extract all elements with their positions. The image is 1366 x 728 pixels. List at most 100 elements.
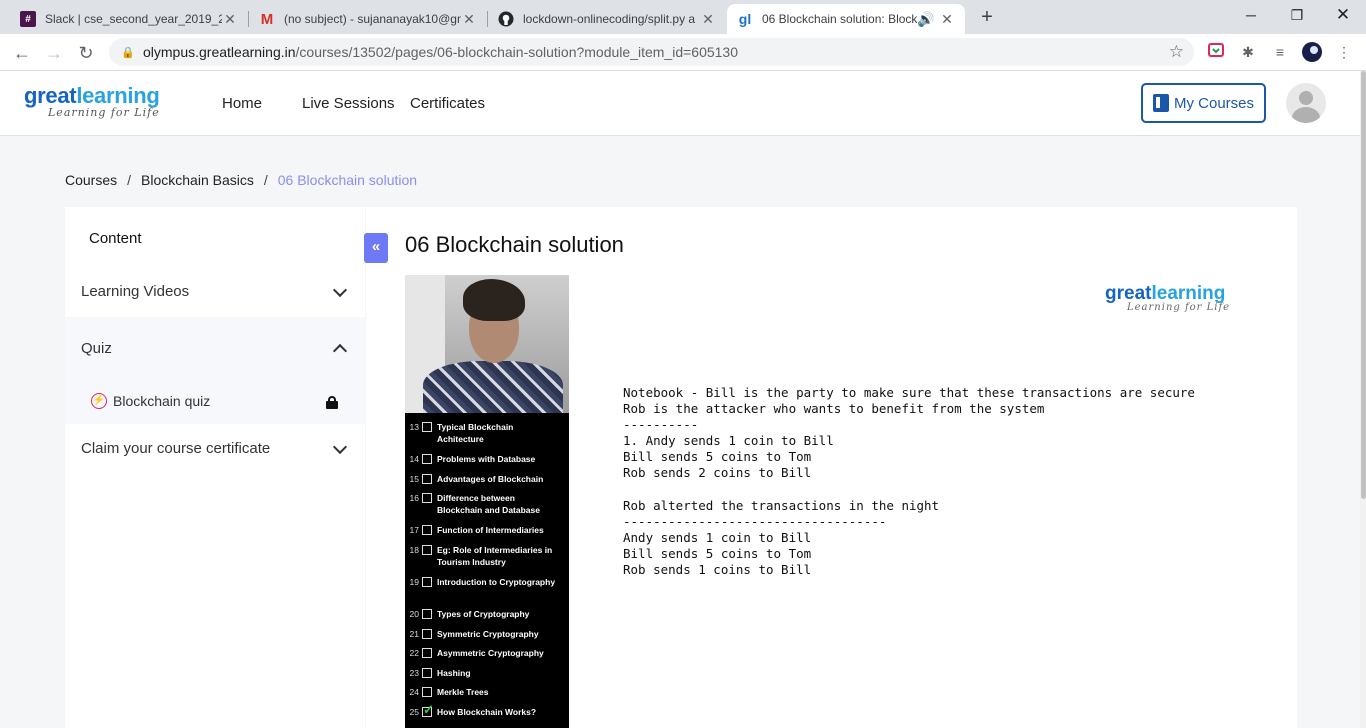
breadcrumb: Courses / Blockchain Basics / 06 Blockchain … <box>65 172 417 188</box>
logo-text-great: great <box>24 83 77 108</box>
outline-item: 13 Typical Blockchain Achitecture <box>405 421 569 445</box>
quiz-section-header[interactable]: Quiz <box>65 317 365 372</box>
nav-live-sessions[interactable]: Live Sessions <box>302 95 395 112</box>
instructor-webcam <box>405 275 569 413</box>
page-scrollbar[interactable] <box>1360 71 1366 728</box>
outline-item-label: Introduction to Cryptography <box>437 577 556 587</box>
browser-tab-github[interactable]: lockdown-onlinecoding/split.py a ✕ <box>488 4 726 34</box>
checkbox-icon <box>422 668 432 678</box>
notebook-line: Rob alterted the transactions in the nig… <box>623 497 940 513</box>
outline-item-label: Asymmetric Cryptography <box>437 648 544 658</box>
breadcrumb-courses[interactable]: Courses <box>65 172 117 188</box>
outline-item: 19 Introduction to Cryptography <box>405 576 569 588</box>
url-host: olympus.greatlearning.in <box>143 44 296 60</box>
main-content: 06 Blockchain solution 13 Typical Blockch… <box>366 207 1297 728</box>
collapse-sidebar-button[interactable]: « <box>364 233 388 263</box>
reload-icon[interactable]: ↻ <box>72 39 100 67</box>
browser-tab-strip: # Slack | cse_second_year_2019_20 ✕ M (n… <box>0 0 1366 34</box>
user-avatar[interactable] <box>1286 83 1326 123</box>
my-courses-button[interactable]: My Courses <box>1141 83 1266 123</box>
outline-item-label: How Blockchain Works? <box>437 707 537 717</box>
instructor-panel: 13 Typical Blockchain Achitecture 14 Proble… <box>405 275 569 728</box>
outline-item-number: 24 <box>409 687 419 697</box>
avatar-body <box>1292 107 1320 123</box>
outline-item: 23 Hashing <box>405 667 569 679</box>
profile-avatar-icon[interactable] <box>1302 42 1322 62</box>
notebook-line: Bill sends 5 coins to Tom <box>623 545 812 561</box>
outline-item-number: 25 <box>409 707 419 717</box>
bookmark-star-icon[interactable]: ☆ <box>1169 42 1184 62</box>
notebook-line: Rob sends 1 coins to Bill <box>623 562 812 578</box>
outline-item-label: Hashing <box>437 668 471 678</box>
scrollbar-thumb[interactable] <box>1361 71 1366 499</box>
notebook-line: Rob is the attacker who wants to benefit… <box>623 401 1045 417</box>
my-courses-label: My Courses <box>1173 94 1255 112</box>
nav-home[interactable]: Home <box>222 95 262 112</box>
outline-item-number: 14 <box>409 454 419 464</box>
outline-item-number: 18 <box>409 545 419 555</box>
browser-tab-slack[interactable]: # Slack | cse_second_year_2019_20 ✕ <box>10 4 248 34</box>
logo-text-learning: learning <box>76 83 160 108</box>
checkbox-icon <box>422 648 432 658</box>
notebook-line: Bill sends 5 coins to Tom <box>623 449 812 465</box>
close-tab-icon[interactable]: ✕ <box>700 11 716 28</box>
browser-tab-active[interactable]: gl 06 Blockchain solution: Block 🔊 ✕ <box>727 4 965 34</box>
outline-item-number: 15 <box>409 474 419 484</box>
sidebar-section-claim-certificate[interactable]: Claim your course certificate <box>65 424 365 474</box>
address-bar[interactable]: 🔒 olympus.greatlearning.in/courses/13502… <box>109 38 1194 66</box>
page-title: 06 Blockchain solution <box>405 232 624 257</box>
lock-icon: 🔒 <box>121 46 135 59</box>
notebook-line: ---------- <box>623 417 699 433</box>
section-label: Quiz <box>81 340 112 357</box>
nav-certificates[interactable]: Certificates <box>410 95 485 112</box>
sidebar-section-learning-videos[interactable]: Learning Videos <box>65 262 365 317</box>
forward-icon[interactable]: → <box>40 39 68 67</box>
page-body: Courses / Blockchain Basics / 06 Blockchain … <box>0 136 1366 728</box>
site-header: greatlearning Learning for Life Home Liv… <box>0 71 1366 136</box>
outline-item-number: 17 <box>409 525 419 535</box>
video-player[interactable]: 13 Typical Blockchain Achitecture 14 Proble… <box>405 275 1257 728</box>
outline-item: 15 Advantages of Blockchain <box>405 473 569 485</box>
outline-item: 22 Asymmetric Cryptography <box>405 647 569 659</box>
quiz-item-blockchain[interactable]: ⚡ Blockchain quiz <box>91 393 210 409</box>
outline-item: 17 Function of Intermediaries <box>405 524 569 536</box>
checkbox-icon <box>422 577 432 587</box>
back-icon[interactable]: ← <box>8 39 36 67</box>
slack-icon: # <box>20 11 36 27</box>
restore-button[interactable]: ❐ <box>1274 0 1320 30</box>
close-window-button[interactable]: ✕ <box>1320 0 1366 30</box>
book-icon <box>1152 94 1169 112</box>
chevron-down-icon <box>332 439 348 455</box>
outline-item: 20 Types of Cryptography <box>405 608 569 620</box>
section-label: Claim your course certificate <box>81 440 271 457</box>
slide-logo-great: great <box>1105 283 1152 304</box>
greatlearning-logo[interactable]: greatlearning Learning for Life <box>24 85 160 119</box>
avatar-head <box>1299 91 1313 105</box>
quiz-item-label: Blockchain quiz <box>113 393 211 409</box>
minimize-button[interactable]: ─ <box>1228 0 1274 30</box>
chevron-up-icon <box>332 343 348 359</box>
close-tab-icon[interactable]: ✕ <box>222 11 238 28</box>
close-tab-icon[interactable]: ✕ <box>939 11 955 28</box>
breadcrumb-blockchain-basics[interactable]: Blockchain Basics <box>141 172 254 188</box>
outline-item-number: 20 <box>409 609 419 619</box>
media-control-icon[interactable]: ≡ <box>1270 42 1290 62</box>
extensions-puzzle-icon[interactable]: ✱ <box>1238 42 1258 62</box>
pocket-extension-icon[interactable] <box>1206 42 1226 62</box>
browser-menu-icon[interactable]: ⋮ <box>1334 42 1354 62</box>
slide-logo-learning: learning <box>1151 283 1226 304</box>
outline-item-number: 19 <box>409 577 419 587</box>
outline-item-number: 13 <box>409 422 419 432</box>
checkbox-icon <box>422 687 432 697</box>
notebook-line: Andy sends 1 coin to Bill <box>623 529 812 545</box>
browser-tab-gmail[interactable]: M (no subject) - sujananayak10@gm ✕ <box>249 4 487 34</box>
breadcrumb-separator: / <box>127 172 132 188</box>
notebook-line: ----------------------------------- <box>623 513 887 529</box>
github-icon <box>498 11 514 27</box>
close-tab-icon[interactable]: ✕ <box>461 11 477 28</box>
notebook-line <box>623 482 1195 498</box>
outline-item: 16 Difference between Blockchain and Data… <box>405 492 569 516</box>
outline-item-label: Advantages of Blockchain <box>437 474 544 484</box>
new-tab-button[interactable]: + <box>976 5 998 29</box>
tab-title: (no subject) - sujananayak10@gm <box>284 12 461 26</box>
